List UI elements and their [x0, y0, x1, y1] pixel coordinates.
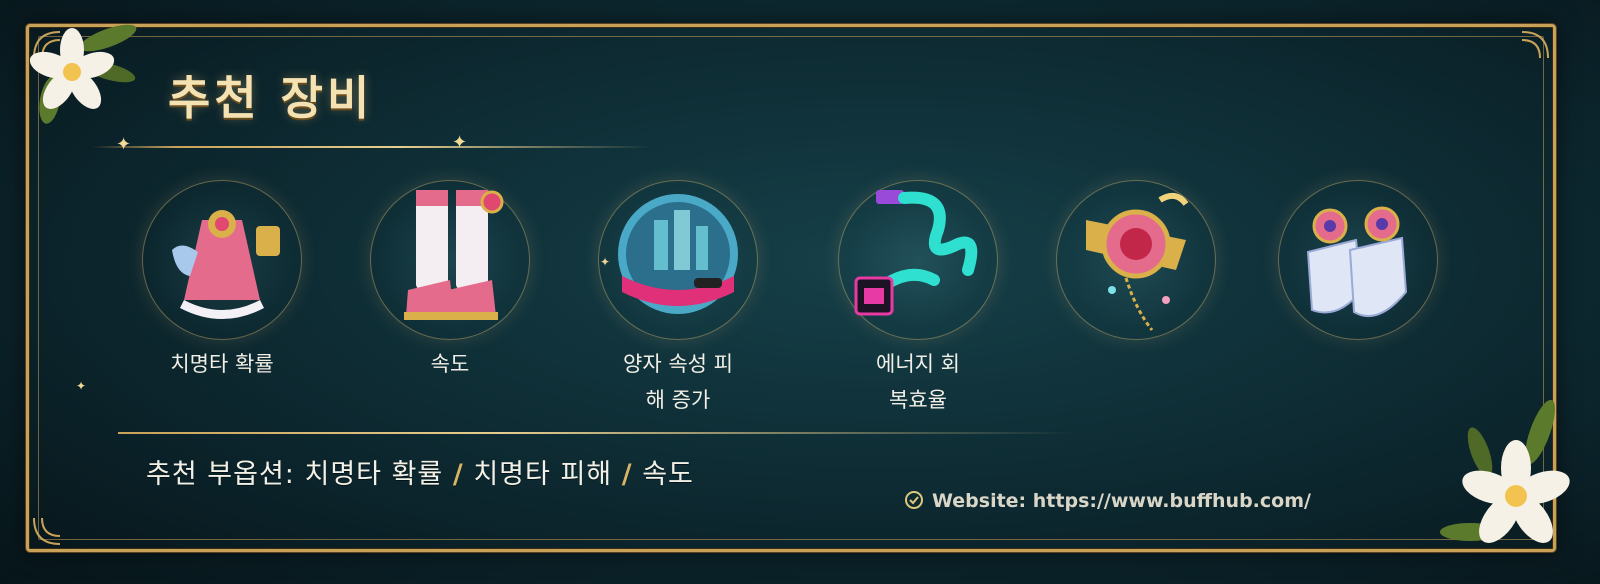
page-title: 추천 장비 [168, 71, 374, 125]
recommended-gear-banner: 추천 장비 ✦ ✦ ✦ ✦ 치명타 확률 [0, 0, 1600, 584]
neon-cable-icon [854, 190, 978, 316]
website-link[interactable]: Website: https://www.buffhub.com/ [904, 490, 1311, 512]
gear-item[interactable]: 에너지 회 복효율 [818, 180, 1018, 418]
gear-item[interactable]: 치명타 확률 [122, 180, 322, 382]
heart-brooch-icon [1086, 192, 1189, 331]
section-divider [118, 432, 1078, 434]
substats-prefix: 추천 부옵션: [146, 459, 295, 490]
gear-slot [598, 180, 758, 340]
gear-item[interactable]: 양자 속성 피 해 증가 [578, 180, 778, 418]
gear-slot [838, 180, 998, 340]
flower-decoration-icon [1440, 399, 1570, 543]
sparkle-icon: ✦ [116, 134, 132, 155]
white-gloves-icon [1306, 206, 1408, 317]
website-text: Website: https://www.buffhub.com/ [932, 490, 1311, 512]
gear-stat-label: 에너지 회 복효율 [876, 352, 960, 412]
gear-item[interactable]: 속도 [350, 180, 550, 382]
recommended-substats: 추천 부옵션: 치명타 확률 / 치명타 피해 / 속도 [146, 452, 694, 491]
gear-item[interactable] [1258, 180, 1458, 346]
gear-slot [370, 180, 530, 340]
substat-separator: / [452, 459, 464, 490]
sparkle-icon: ✦ [452, 132, 468, 153]
cyber-orb-icon [618, 194, 738, 314]
check-circle-icon [905, 491, 923, 509]
gear-slot [142, 180, 302, 340]
corner-ornament-icon [1521, 31, 1549, 59]
gear-stat-label: 속도 [430, 352, 470, 376]
corner-ornament-icon [33, 517, 61, 545]
title-divider [92, 146, 652, 148]
gear-slot [1278, 180, 1438, 340]
pink-dress-icon [172, 210, 280, 319]
flower-decoration-icon [29, 24, 137, 124]
pink-boots-icon [404, 190, 504, 320]
gear-stat-label: 치명타 확률 [170, 352, 274, 376]
gear-slot [1056, 180, 1216, 340]
substat-item: 치명타 확률 [304, 459, 444, 490]
substat-item: 속도 [642, 459, 694, 490]
substat-separator: / [621, 459, 633, 490]
gear-stat-label: 양자 속성 피 해 증가 [623, 352, 733, 412]
sparkle-icon: ✦ [76, 379, 87, 393]
substat-item: 치명타 피해 [473, 459, 613, 490]
gear-item[interactable] [1036, 180, 1236, 346]
